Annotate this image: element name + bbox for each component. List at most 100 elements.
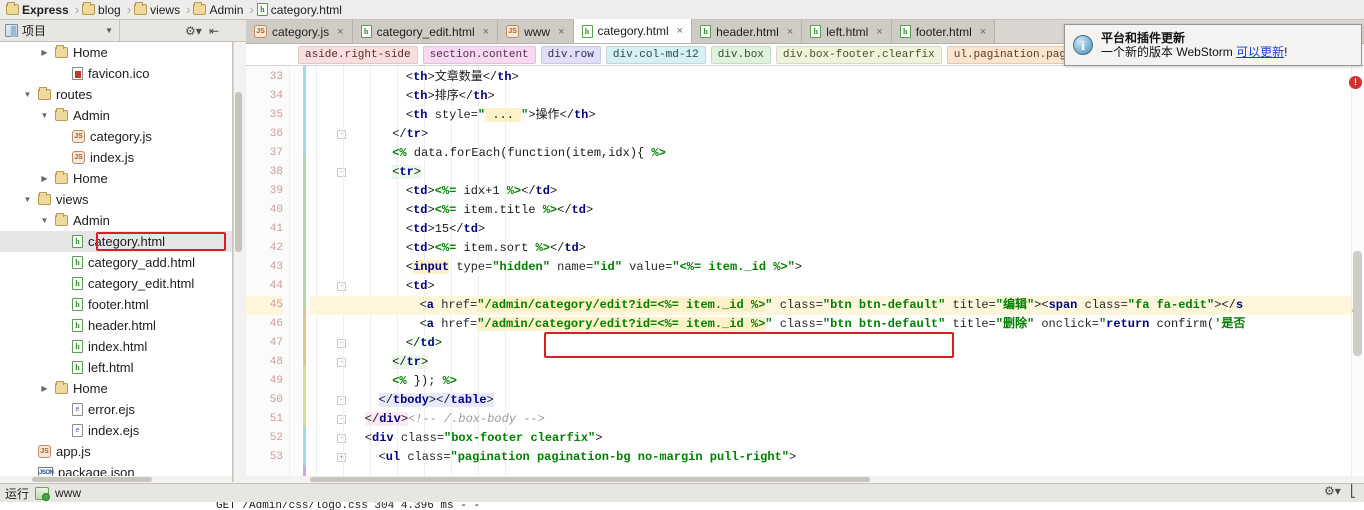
tree-node[interactable]: e error.ejs bbox=[0, 399, 232, 420]
breadcrumb-item-label: blog bbox=[98, 2, 121, 17]
tree-node[interactable]: JS app.js bbox=[0, 441, 232, 462]
error-marker-gutter[interactable]: ! bbox=[1349, 66, 1364, 482]
tree-node[interactable]: h category_add.html bbox=[0, 252, 232, 273]
code-line[interactable]: <td><%= idx+1 %></td> bbox=[310, 182, 557, 201]
code-line[interactable]: <th>排序</th> bbox=[310, 87, 495, 106]
css-path-chip[interactable]: div.col-md-12 bbox=[605, 45, 706, 64]
editor-tab-footer-html[interactable]: h footer.html × bbox=[891, 20, 996, 43]
tree-node[interactable]: ▼ views bbox=[0, 189, 232, 210]
tree-node[interactable]: h left.html bbox=[0, 357, 232, 378]
tree-node-selected[interactable]: h category.html bbox=[0, 231, 232, 252]
settings-gear-icon[interactable]: ⚙▾ bbox=[1324, 485, 1341, 497]
code-line[interactable]: </tbody></table> bbox=[310, 391, 494, 410]
tree-node[interactable]: JS category.js bbox=[0, 126, 232, 147]
code-line[interactable]: <input type="hidden" name="id" value="<%… bbox=[310, 258, 802, 277]
breadcrumb-item-express[interactable]: Express bbox=[4, 0, 74, 20]
tree-node[interactable]: e index.ejs bbox=[0, 420, 232, 441]
tree-node[interactable]: h header.html bbox=[0, 315, 232, 336]
css-path-chip[interactable]: div.box bbox=[710, 45, 771, 64]
tree-node[interactable]: ▶ Home bbox=[0, 168, 232, 189]
tree-scroll-thumb[interactable] bbox=[235, 92, 242, 252]
editor-scroll-thumb[interactable] bbox=[1353, 251, 1362, 356]
code-line[interactable]: <ul class="pagination pagination-bg no-m… bbox=[310, 448, 797, 467]
code-text-area[interactable]: <th>文章数量</th> <th>排序</th> <th style=" ... … bbox=[310, 66, 1364, 482]
tree-node[interactable]: ▶ Home bbox=[0, 42, 232, 63]
code-line[interactable]: <td><%= item.title %></td> bbox=[310, 201, 593, 220]
tree-node[interactable]: ▼ Admin bbox=[0, 105, 232, 126]
tree-node[interactable]: h index.html bbox=[0, 336, 232, 357]
editor-tab-category-js[interactable]: JS category.js × bbox=[246, 20, 353, 43]
code-line[interactable]: </tr> bbox=[310, 353, 429, 372]
editor-tab-category-edit-html[interactable]: h category_edit.html × bbox=[352, 20, 499, 43]
code-line[interactable]: <a href="/admin/category/edit?id=<%= ite… bbox=[310, 315, 1245, 334]
code-line[interactable]: <tr> bbox=[310, 163, 421, 182]
code-line[interactable]: </tr> bbox=[310, 125, 428, 144]
code-line[interactable]: </div><!-- /.box-body --> bbox=[310, 410, 545, 429]
breadcrumb-item-category-html[interactable]: h category.html bbox=[255, 0, 347, 20]
notification-update-link[interactable]: 可以更新 bbox=[1236, 45, 1284, 59]
tree-node-label: category_edit.html bbox=[88, 276, 195, 291]
close-icon[interactable]: × bbox=[677, 25, 683, 37]
error-badge[interactable]: ! bbox=[1349, 76, 1362, 89]
editor-tab-header-html[interactable]: h header.html × bbox=[692, 20, 803, 43]
code-line[interactable]: <td><%= item.sort %></td> bbox=[310, 239, 586, 258]
editor-tab-category-html[interactable]: h category.html × bbox=[573, 19, 693, 43]
collapse-all-icon[interactable]: ⇤ bbox=[209, 24, 219, 38]
code-line[interactable]: <th>文章数量</th> bbox=[310, 68, 519, 87]
code-line[interactable]: <a href="/admin/category/edit?id=<%= ite… bbox=[310, 296, 1364, 315]
tree-hscroll-thumb[interactable] bbox=[32, 477, 152, 482]
chevron-down-icon[interactable]: ▼ bbox=[39, 216, 50, 225]
tree-node[interactable]: ▼ Admin bbox=[0, 210, 232, 231]
code-editor[interactable]: 33 34 35 36 37 38 39 40 41 42 43 44 45 46 47 48 49 50 51 52… bbox=[246, 66, 1364, 482]
code-line[interactable]: <div class="box-footer clearfix"> bbox=[310, 429, 603, 448]
gear-icon[interactable]: ⚙▾ bbox=[185, 25, 202, 37]
js-file-icon: JS bbox=[506, 25, 520, 38]
close-icon[interactable]: × bbox=[876, 26, 882, 38]
html-file-icon: h bbox=[581, 24, 593, 38]
line-number: 40 bbox=[269, 204, 283, 216]
editor-tab-www[interactable]: JS www × bbox=[498, 20, 574, 43]
code-line[interactable]: <% }); %> bbox=[310, 372, 457, 391]
code-line[interactable]: <% data.forEach(function(item,idx){ %> bbox=[310, 144, 666, 163]
tree-node[interactable]: favicon.ico bbox=[0, 63, 232, 84]
run-tab-label[interactable]: 运行 bbox=[5, 485, 29, 502]
code-line[interactable]: <td> bbox=[310, 277, 435, 296]
tree-node[interactable]: ▼ routes bbox=[0, 84, 232, 105]
close-icon[interactable]: × bbox=[483, 26, 489, 38]
update-notification-balloon[interactable]: i 平台和插件更新 一个新的版本 WebStorm 可以更新! bbox=[1064, 24, 1362, 66]
code-line[interactable]: </td> bbox=[310, 334, 442, 353]
chevron-down-icon[interactable]: ▼ bbox=[39, 111, 50, 120]
tree-node[interactable]: JS index.js bbox=[0, 147, 232, 168]
tree-node-label: routes bbox=[56, 87, 93, 102]
tree-node[interactable]: ▶ Home bbox=[0, 378, 232, 399]
tree-node-label: app.js bbox=[56, 444, 91, 459]
tree-node[interactable]: h footer.html bbox=[0, 294, 232, 315]
chevron-down-icon[interactable]: ▼ bbox=[22, 90, 33, 99]
breadcrumb-item-admin[interactable]: Admin bbox=[191, 0, 248, 20]
breadcrumb-item-views[interactable]: views bbox=[132, 0, 185, 20]
css-path-chip[interactable]: section.content bbox=[422, 45, 536, 64]
chevron-right-icon[interactable]: ▶ bbox=[39, 48, 50, 57]
editor-hscroll-thumb[interactable] bbox=[310, 477, 870, 482]
close-icon[interactable]: × bbox=[980, 26, 986, 38]
chevron-down-icon[interactable]: ▼ bbox=[22, 195, 33, 204]
tree-node[interactable]: h category_edit.html bbox=[0, 273, 232, 294]
chevron-right-icon[interactable]: ▶ bbox=[39, 174, 50, 183]
close-icon[interactable]: × bbox=[787, 26, 793, 38]
layout-icon[interactable]: ⎣ bbox=[1350, 484, 1356, 498]
css-path-chip[interactable]: div.box-footer.clearfix bbox=[775, 45, 942, 64]
code-line[interactable]: <td>15</td> bbox=[310, 220, 485, 239]
run-config-name[interactable]: www bbox=[55, 486, 81, 500]
close-icon[interactable]: × bbox=[337, 26, 343, 38]
css-path-chip[interactable]: aside.right-side bbox=[298, 45, 418, 64]
code-folding-column[interactable]: - - - - - - - - + bbox=[290, 66, 346, 482]
chevron-down-icon[interactable]: ▼ bbox=[105, 26, 113, 35]
css-path-chip[interactable]: div.row bbox=[540, 45, 601, 64]
project-tree[interactable]: ▶ Home favicon.ico ▼ routes ▼ Admin JS categor… bbox=[0, 42, 232, 482]
chevron-right-icon[interactable]: ▶ bbox=[39, 384, 50, 393]
code-line[interactable]: <th style=" ... ">操作</th> bbox=[310, 106, 596, 125]
editor-tab-left-html[interactable]: h left.html × bbox=[802, 20, 892, 43]
breadcrumb-item-blog[interactable]: blog bbox=[80, 0, 126, 20]
project-panel-header[interactable]: 项目 ▼ bbox=[0, 20, 120, 41]
close-icon[interactable]: × bbox=[558, 26, 564, 38]
